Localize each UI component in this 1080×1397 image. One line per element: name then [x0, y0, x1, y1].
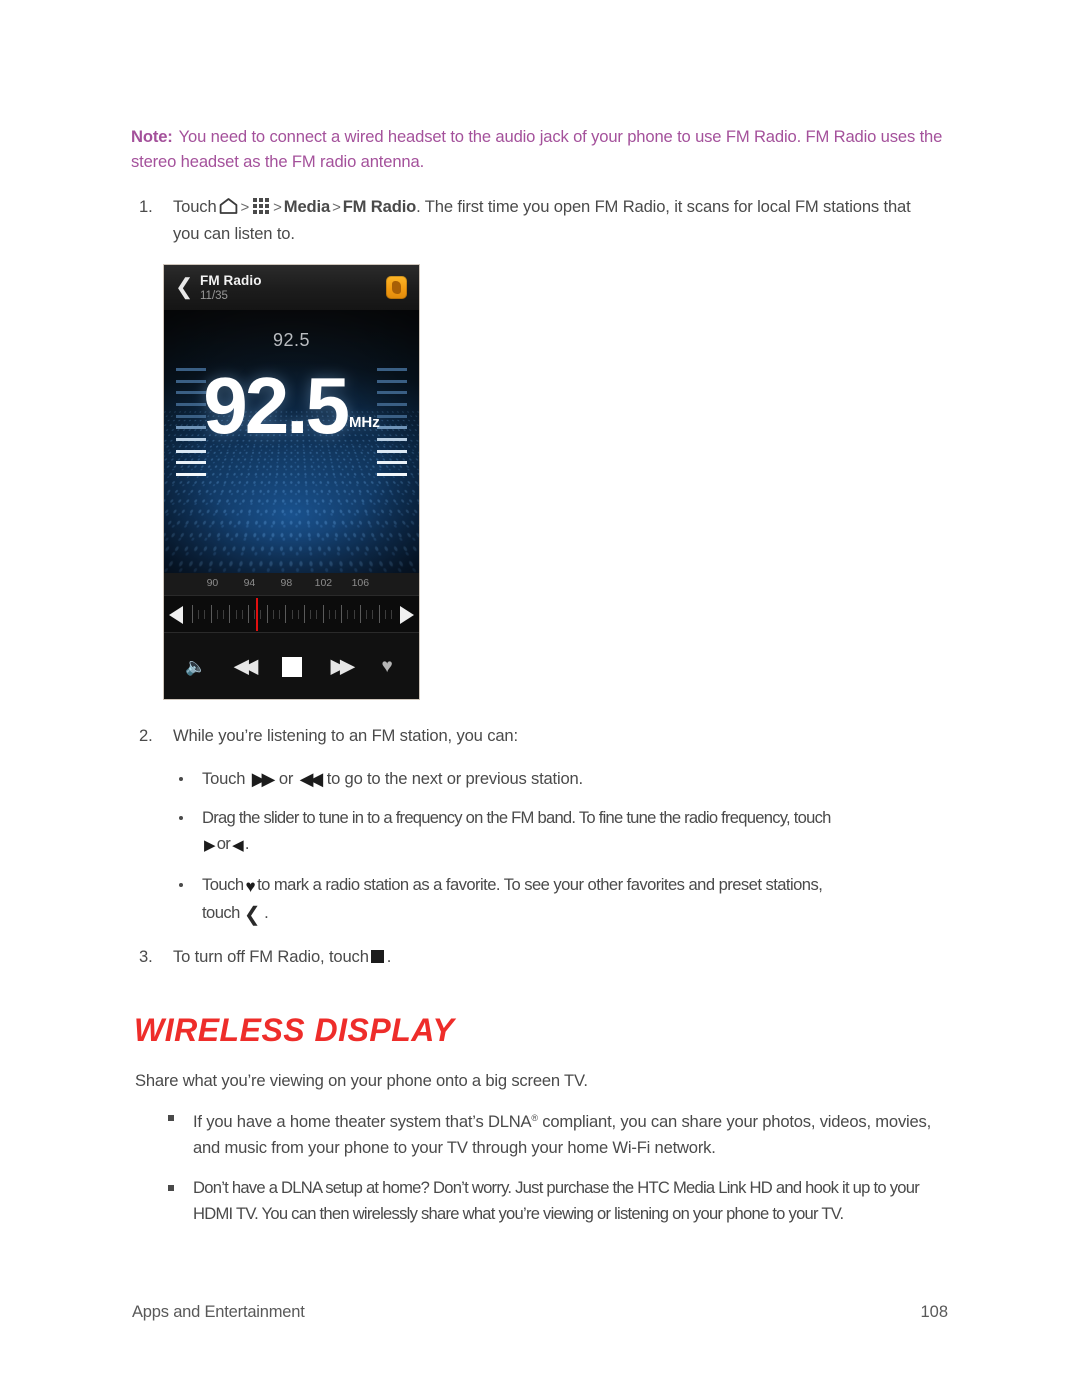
footer-page-number: 108: [920, 1303, 948, 1321]
frequency-unit: MHz: [348, 414, 380, 431]
phone-app-header: ❮ FM Radio 11/35: [164, 265, 419, 310]
fm-radio-phone-screenshot: ❮ FM Radio 11/35 92.5 92.5 MHz 90 94 98 102 1…: [163, 264, 420, 700]
wd-bullet-1-pre: If you have a home theater system that’s…: [193, 1112, 532, 1131]
bullet-3-part-2: to mark a radio station as a favorite. T…: [257, 875, 823, 894]
step-1-text-before: Touch: [173, 197, 217, 216]
tuner-scale-label: 102: [314, 577, 333, 589]
play-left-triangle-icon: ◀: [232, 837, 244, 854]
list-item: Don’t have a DLNA setup at home? Don’t w…: [166, 1175, 956, 1227]
back-chevron-icon[interactable]: ❮: [175, 276, 193, 298]
phone-frequency-display: 92.5 92.5 MHz: [164, 310, 419, 573]
fast-forward-icon: ▶▶: [251, 769, 276, 789]
tuner-position-marker: [255, 598, 258, 631]
list-item: Drag the slider to tune in to a frequenc…: [175, 805, 950, 859]
step-3-number: 3.: [139, 947, 153, 966]
tuner-scale-label: 94: [243, 577, 256, 589]
tuner-slider[interactable]: [164, 595, 419, 633]
stop-icon: [370, 950, 384, 963]
bullet-1-part-1: Touch: [202, 769, 246, 788]
tuner-ticks: [192, 596, 392, 632]
small-frequency-label: 92.5: [272, 330, 311, 350]
step-2: 2. While you’re listening to an FM stati…: [139, 723, 929, 749]
phone-playback-controls: 🔈 ◀◀ ▶▶ ♥: [164, 633, 419, 699]
tuner-scale-label: 106: [351, 577, 370, 589]
wireless-display-list: If you have a home theater system that’s…: [166, 1105, 956, 1241]
step-3-text-after: .: [386, 947, 392, 966]
page-title: WIRELESS DISPLAY: [134, 1012, 455, 1048]
separator-2: >: [273, 199, 282, 216]
step-1: 1. Touch > > Media > FM Radio. The first time…: [139, 194, 929, 247]
step-1-number: 1.: [139, 197, 153, 216]
tuner-scale-label: 98: [280, 577, 293, 589]
favorite-heart-icon[interactable]: ♥: [381, 656, 392, 677]
manual-page: Note: You need to connect a wired headset…: [0, 0, 1080, 1397]
list-item: Touch ▶▶ or ◀◀ to go to the next or prev…: [175, 766, 950, 792]
phone-app-title: FM Radio: [200, 273, 262, 288]
volume-icon[interactable]: 🔈: [185, 657, 206, 677]
home-icon: [219, 198, 238, 214]
registered-mark: ®: [531, 1113, 538, 1123]
rewind-icon[interactable]: ◀◀: [234, 656, 259, 677]
bullet-2-mid: or: [216, 834, 231, 853]
play-right-triangle-icon: ▶: [204, 837, 216, 854]
step-3-text-before: To turn off FM Radio, touch: [173, 947, 369, 966]
separator-3: >: [332, 199, 341, 216]
rewind-icon: ◀◀: [299, 769, 324, 789]
bullet-2-part-1: Drag the slider to tune in to a frequenc…: [202, 808, 831, 827]
apps-grid-icon: [253, 196, 270, 214]
note-label: Note:: [131, 127, 173, 146]
tune-down-icon[interactable]: [169, 606, 183, 624]
bullet-1-mid: or: [278, 769, 294, 788]
note-block: Note: You need to connect a wired headset…: [131, 124, 943, 174]
bullet-3-part-4: .: [264, 903, 269, 922]
wd-bullet-2-pre: Don’t have a DLNA setup at home? Don’t w…: [193, 1178, 920, 1223]
bullet-3-part-1: Touch: [202, 875, 244, 894]
bullet-1-part-2: to go to the next or previous station.: [326, 769, 583, 788]
step-1-bold-media: Media: [283, 197, 331, 216]
fm-options-list: Touch ▶▶ or ◀◀ to go to the next or prev…: [175, 766, 950, 941]
step-2-text: While you’re listening to an FM station,…: [173, 726, 518, 745]
list-item: If you have a home theater system that’s…: [166, 1105, 956, 1161]
tuner-scale-labels: 90 94 98 102 106: [164, 573, 419, 595]
stop-icon[interactable]: [281, 656, 302, 677]
footer-section-label: Apps and Entertainment: [132, 1303, 305, 1321]
bullet-3-part-3: touch: [202, 903, 240, 922]
tuner-scale-label: 90: [206, 577, 219, 589]
separator-1: >: [240, 199, 250, 216]
phone-station-counter: 11/35: [200, 290, 228, 302]
note-text: You need to connect a wired headset to t…: [131, 127, 943, 171]
back-chevron-icon: ❮: [243, 904, 261, 926]
list-item: Touch ♥ to mark a radio station as a favor…: [175, 872, 950, 928]
tune-up-icon[interactable]: [400, 606, 414, 624]
step-3: 3. To turn off FM Radio, touch.: [139, 944, 929, 970]
section-intro-text: Share what you’re viewing on your phone …: [135, 1071, 588, 1090]
heart-icon: ♥: [245, 877, 256, 896]
step-1-bold-fmradio: FM Radio: [342, 197, 417, 216]
big-frequency-value: 92.5: [203, 361, 350, 450]
fast-forward-icon[interactable]: ▶▶: [331, 656, 356, 677]
big-frequency-readout: 92.5 MHz: [164, 363, 419, 466]
fm-radio-app-icon[interactable]: [386, 276, 407, 299]
step-2-number: 2.: [139, 726, 153, 745]
bullet-2-part-2: .: [244, 834, 250, 853]
